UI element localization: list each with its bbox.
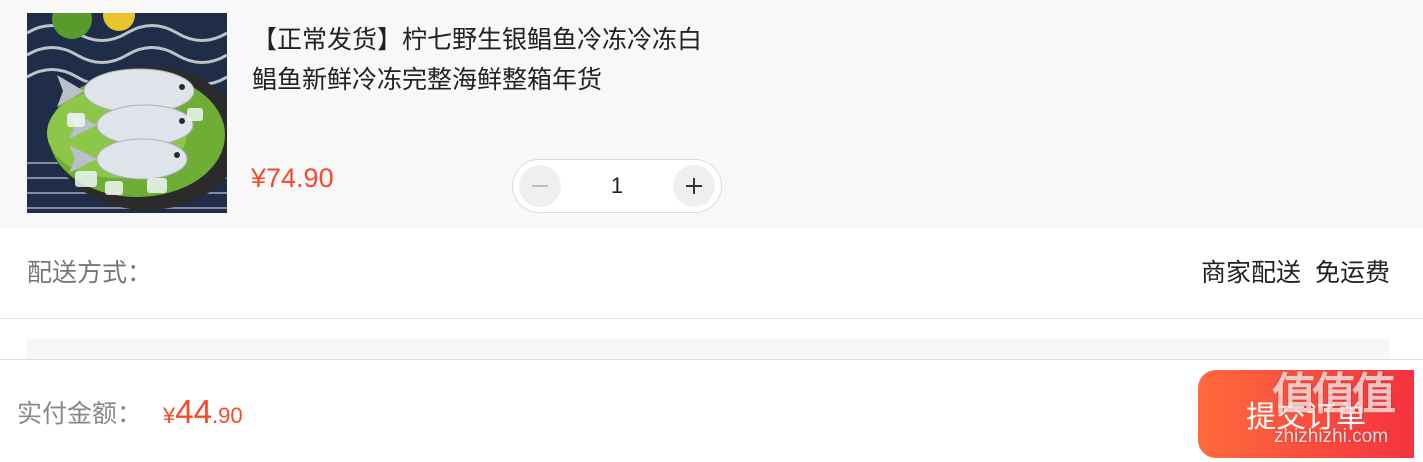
total-price: ¥44.90 xyxy=(163,390,243,441)
delivery-label: 配送方式： xyxy=(27,258,153,287)
total-label: 实付金额： xyxy=(17,399,143,428)
total-decimal: .90 xyxy=(211,403,243,428)
delivery-method: 商家配送 xyxy=(1200,258,1301,287)
product-card: 【正常发货】柠七野生银鲳鱼冷冻冷冻白鲳鱼新鲜冷冻完整海鲜整箱年货 ¥74.90 … xyxy=(0,0,1423,228)
delivery-value: 商家配送 免运费 xyxy=(1201,255,1390,291)
minus-icon xyxy=(532,185,548,187)
delivery-fee: 免运费 xyxy=(1314,258,1390,287)
product-price: ¥74.90 xyxy=(251,163,334,193)
increment-button[interactable] xyxy=(673,165,715,207)
quantity-stepper: 1 xyxy=(512,159,722,213)
quantity-value[interactable]: 1 xyxy=(573,160,661,212)
delivery-row: 配送方式： 商家配送 免运费 xyxy=(0,228,1423,319)
product-image[interactable] xyxy=(27,13,227,213)
plus-icon xyxy=(686,178,702,194)
product-title[interactable]: 【正常发货】柠七野生银鲳鱼冷冻冷冻白鲳鱼新鲜冷冻完整海鲜整箱年货 xyxy=(252,20,712,100)
checkout-bar: 实付金额： ¥44.90 提交订单 xyxy=(0,359,1423,462)
fish-image-icon xyxy=(27,13,227,213)
remark-section xyxy=(27,339,1390,359)
submit-order-button[interactable]: 提交订单 xyxy=(1198,370,1414,458)
total-currency: ¥ xyxy=(163,403,176,428)
total-integer: 44 xyxy=(175,393,212,430)
decrement-button[interactable] xyxy=(519,165,561,207)
